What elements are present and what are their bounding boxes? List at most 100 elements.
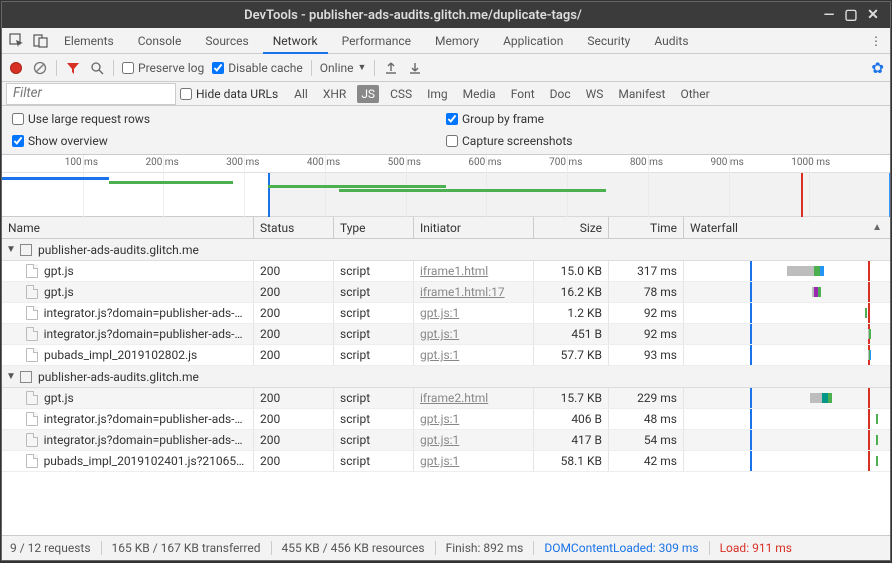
throttling-label: Online [320, 61, 354, 75]
close-button[interactable]: ✕ [862, 7, 884, 23]
tab-elements[interactable]: Elements [52, 28, 126, 53]
chevron-down-icon: ▼ [6, 244, 16, 255]
initiator-link[interactable]: gpt.js:1 [420, 433, 459, 447]
capture-screenshots-checkbox[interactable]: Capture screenshots [446, 134, 880, 148]
col-name[interactable]: Name [2, 217, 254, 238]
frame-label: publisher-ads-audits.glitch.me [38, 243, 199, 257]
preserve-log-checkbox[interactable]: Preserve log [122, 61, 204, 75]
type-filter-all[interactable]: All [290, 85, 312, 103]
search-icon[interactable] [89, 60, 105, 76]
chevron-down-icon: ▼ [6, 371, 16, 382]
initiator-link[interactable]: gpt.js:1 [420, 454, 459, 468]
col-type[interactable]: Type [334, 217, 414, 238]
disable-cache-label: Disable cache [228, 61, 303, 75]
request-row[interactable]: pubads_impl_2019102401.js?21065030200scr… [2, 451, 890, 472]
request-row[interactable]: integrator.js?domain=publisher-ads-au…20… [2, 430, 890, 451]
upload-har-icon[interactable] [383, 60, 399, 76]
request-size: 58.1 KB [534, 451, 609, 471]
type-filter-media[interactable]: Media [459, 85, 500, 103]
status-resources: 455 KB / 456 KB resources [282, 541, 425, 555]
titlebar: DevTools - publisher-ads-audits.glitch.m… [2, 2, 890, 28]
status-dcl: DOMContentLoaded: 309 ms [544, 541, 698, 555]
col-initiator[interactable]: Initiator [414, 217, 534, 238]
request-size: 57.7 KB [534, 345, 609, 365]
tab-audits[interactable]: Audits [642, 28, 700, 53]
inspect-element-icon[interactable] [4, 28, 28, 53]
frame-group[interactable]: ▼ publisher-ads-audits.glitch.me [2, 366, 890, 388]
request-row[interactable]: gpt.js200scriptiframe2.html15.7 KB229 ms [2, 388, 890, 409]
col-waterfall[interactable]: Waterfall▲ [684, 217, 890, 238]
record-button[interactable] [8, 60, 24, 76]
type-filter-img[interactable]: Img [423, 85, 452, 103]
file-icon [26, 306, 38, 320]
use-large-rows-checkbox[interactable]: Use large request rows [12, 112, 446, 126]
type-filter-css[interactable]: CSS [386, 85, 416, 103]
filter-input[interactable] [6, 83, 176, 105]
clear-icon[interactable] [32, 60, 48, 76]
maximize-button[interactable]: ▢ [840, 7, 862, 23]
tab-sources[interactable]: Sources [193, 28, 260, 53]
network-toolbar: Preserve log Disable cache Online ▼ ✿ [2, 54, 890, 82]
request-row[interactable]: integrator.js?domain=publisher-ads-au…20… [2, 324, 890, 345]
hide-data-urls-checkbox[interactable]: Hide data URLs [180, 87, 278, 101]
file-icon [26, 433, 38, 447]
col-time[interactable]: Time [609, 217, 684, 238]
request-row[interactable]: gpt.js200scriptiframe1.html:1716.2 KB78 … [2, 282, 890, 303]
initiator-link[interactable]: gpt.js:1 [420, 348, 459, 362]
download-har-icon[interactable] [407, 60, 423, 76]
col-status[interactable]: Status [254, 217, 334, 238]
tab-performance[interactable]: Performance [330, 28, 423, 53]
group-by-frame-checkbox[interactable]: Group by frame [446, 112, 880, 126]
type-filter-ws[interactable]: WS [582, 85, 608, 103]
tab-network[interactable]: Network [261, 28, 330, 53]
timeline-tick: 600 ms [468, 157, 501, 168]
tab-application[interactable]: Application [491, 28, 575, 53]
timeline-tick: 700 ms [549, 157, 582, 168]
device-toggle-icon[interactable] [28, 28, 52, 53]
request-row[interactable]: integrator.js?domain=publisher-ads-au…20… [2, 303, 890, 324]
file-icon [26, 264, 38, 278]
request-status: 200 [254, 261, 334, 281]
initiator-link[interactable]: iframe2.html [420, 391, 488, 405]
file-icon [26, 412, 38, 426]
type-filter-other[interactable]: Other [676, 85, 713, 103]
request-status: 200 [254, 324, 334, 344]
timeline-tick: 300 ms [226, 157, 259, 168]
waterfall-bar [690, 303, 884, 323]
type-filter-doc[interactable]: Doc [546, 85, 575, 103]
tab-memory[interactable]: Memory [423, 28, 491, 53]
request-row[interactable]: gpt.js200scriptiframe1.html15.0 KB317 ms [2, 261, 890, 282]
initiator-link[interactable]: gpt.js:1 [420, 306, 459, 320]
frame-group[interactable]: ▼ publisher-ads-audits.glitch.me [2, 239, 890, 261]
request-type: script [334, 451, 414, 471]
settings-gear-icon[interactable]: ✿ [871, 59, 884, 77]
initiator-link[interactable]: gpt.js:1 [420, 327, 459, 341]
request-row[interactable]: integrator.js?domain=publisher-ads-au…20… [2, 409, 890, 430]
tab-security[interactable]: Security [575, 28, 642, 53]
timeline-tick: 500 ms [388, 157, 421, 168]
overview-timeline[interactable]: 100 ms200 ms300 ms400 ms500 ms600 ms700 … [2, 155, 890, 217]
type-filter-manifest[interactable]: Manifest [614, 85, 669, 103]
initiator-link[interactable]: iframe1.html [420, 264, 488, 278]
type-filter-xhr[interactable]: XHR [319, 85, 350, 103]
minimize-button[interactable]: — [818, 7, 840, 23]
file-icon [26, 391, 38, 405]
frame-label: publisher-ads-audits.glitch.me [38, 370, 199, 384]
request-type: script [334, 303, 414, 323]
request-name: integrator.js?domain=publisher-ads-au… [44, 306, 247, 320]
request-row[interactable]: pubads_impl_2019102802.js200scriptgpt.js… [2, 345, 890, 366]
throttling-select[interactable]: Online ▼ [320, 61, 367, 75]
tab-console[interactable]: Console [126, 28, 194, 53]
status-load: Load: 911 ms [720, 541, 792, 555]
request-name: pubads_impl_2019102401.js?21065030 [44, 454, 247, 468]
initiator-link[interactable]: iframe1.html:17 [420, 285, 505, 299]
type-filter-font[interactable]: Font [507, 85, 539, 103]
disable-cache-checkbox[interactable]: Disable cache [212, 61, 303, 75]
type-filters: All XHR JS CSS Img Media Font Doc WS Manifest Othe… [286, 85, 714, 103]
type-filter-js[interactable]: JS [357, 85, 379, 103]
more-tabs-icon[interactable]: ⋮ [864, 28, 888, 53]
initiator-link[interactable]: gpt.js:1 [420, 412, 459, 426]
col-size[interactable]: Size [534, 217, 609, 238]
filter-icon[interactable] [65, 60, 81, 76]
show-overview-checkbox[interactable]: Show overview [12, 134, 446, 148]
